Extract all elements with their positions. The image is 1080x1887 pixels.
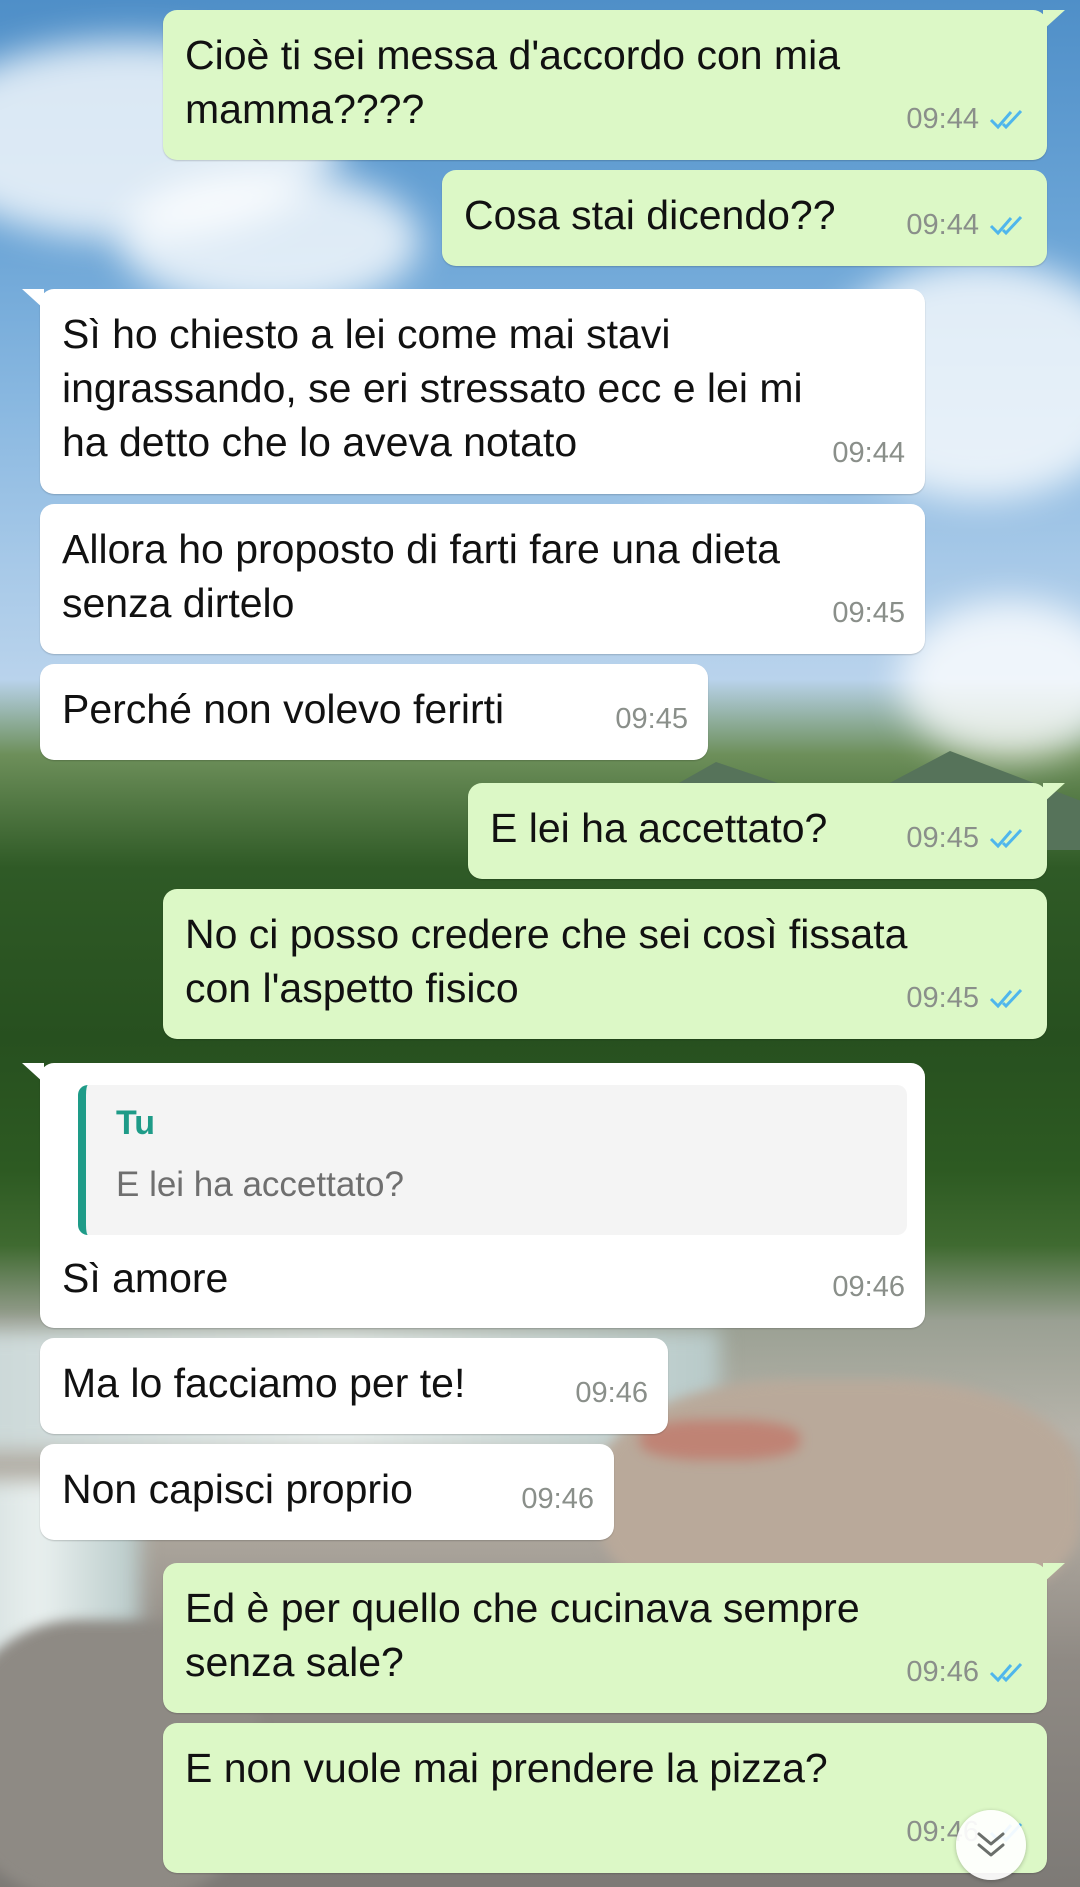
double-check-icon <box>989 988 1023 1009</box>
message-time: 09:45 <box>906 822 979 854</box>
scroll-to-bottom-button[interactable] <box>956 1810 1026 1880</box>
message-time: 09:44 <box>832 437 905 469</box>
chevron-double-down-icon <box>977 1832 1005 1857</box>
quoted-text: E lei ha accettato? <box>116 1165 404 1204</box>
message-text: Non capisci proprio <box>62 1466 413 1512</box>
message-time: 09:46 <box>906 1656 979 1688</box>
message-time: 09:44 <box>906 103 979 135</box>
message-time: 09:44 <box>906 209 979 241</box>
message-text: No ci posso credere che sei così fissata… <box>185 911 908 1011</box>
message-text: Sì amore <box>62 1255 229 1301</box>
message-outgoing[interactable]: Ed è per quello che cucinava sempre senz… <box>163 1563 1065 1713</box>
message-incoming-reply[interactable]: Tu E lei ha accettato? Sì amore 09:46 <box>22 1063 925 1328</box>
double-check-icon <box>989 1662 1023 1683</box>
message-text: Perché non volevo ferirti <box>62 686 505 732</box>
message-time: 09:45 <box>832 597 905 629</box>
message-text: Ed è per quello che cucinava sempre senz… <box>185 1585 860 1685</box>
message-outgoing[interactable]: Cosa stai dicendo?? 09:44 <box>442 170 1047 266</box>
message-outgoing[interactable]: E non vuole mai prendere la pizza? 09:46 <box>163 1723 1047 1873</box>
message-incoming[interactable]: Allora ho proposto di farti fare una die… <box>40 504 925 654</box>
message-outgoing[interactable]: E lei ha accettato? 09:45 <box>468 783 1065 879</box>
quoted-author: Tu <box>116 1104 156 1142</box>
message-time: 09:46 <box>521 1483 594 1515</box>
message-text: Sì ho chiesto a lei come mai stavi ingra… <box>62 311 803 465</box>
message-text: Cioè ti sei messa d'accordo con mia mamm… <box>185 32 840 132</box>
quoted-message[interactable]: Tu E lei ha accettato? <box>78 1085 907 1235</box>
message-outgoing[interactable]: No ci posso credere che sei così fissata… <box>163 889 1047 1039</box>
message-time: 09:45 <box>615 703 688 735</box>
message-incoming[interactable]: Perché non volevo ferirti 09:45 <box>40 664 708 760</box>
message-list[interactable]: Cioè ti sei messa d'accordo con mia mamm… <box>0 0 1080 1887</box>
message-time: 09:46 <box>832 1271 905 1303</box>
message-text: Allora ho proposto di farti fare una die… <box>62 526 780 626</box>
message-incoming[interactable]: Sì ho chiesto a lei come mai stavi ingra… <box>22 289 925 494</box>
message-text: Ma lo facciamo per te! <box>62 1360 466 1406</box>
message-time: 09:46 <box>575 1377 648 1409</box>
double-check-icon <box>989 215 1023 236</box>
double-check-icon <box>989 828 1023 849</box>
message-time: 09:45 <box>906 982 979 1014</box>
double-check-icon <box>989 109 1023 130</box>
message-incoming[interactable]: Non capisci proprio 09:46 <box>40 1444 614 1540</box>
message-incoming[interactable]: Ma lo facciamo per te! 09:46 <box>40 1338 668 1434</box>
message-outgoing[interactable]: Cioè ti sei messa d'accordo con mia mamm… <box>163 10 1065 160</box>
message-text: E non vuole mai prendere la pizza? <box>185 1745 828 1791</box>
